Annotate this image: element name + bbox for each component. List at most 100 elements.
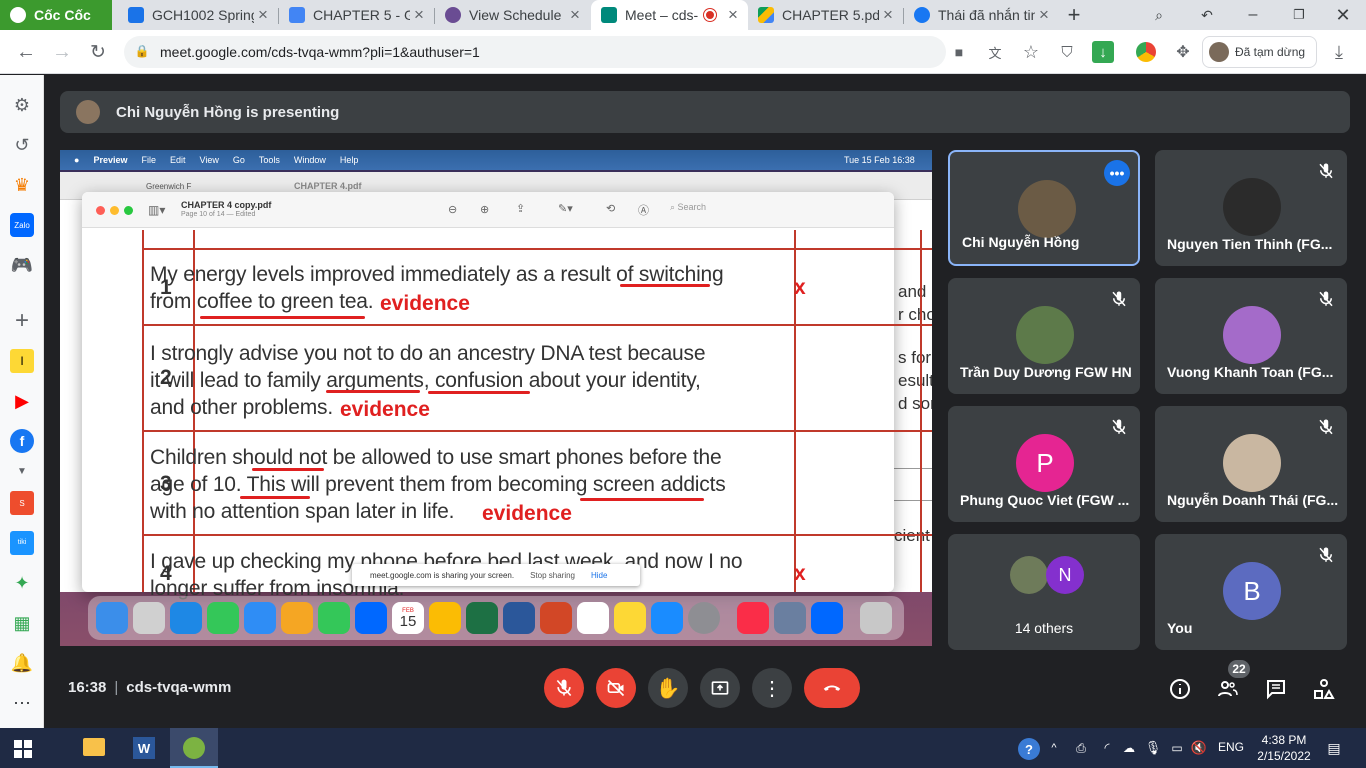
more-options-button[interactable]: ⋮ [752,668,792,708]
facetime-icon[interactable] [318,602,350,634]
battery-icon[interactable]: ▭ [1168,739,1186,757]
help-icon[interactable]: ? [1018,738,1040,760]
coccoc-taskbar-item[interactable] [170,728,218,768]
participant-tile[interactable]: ••• Chi Nguyễn Hồng [948,150,1140,266]
tray-device-icon[interactable]: ⎙ [1072,739,1090,757]
sheets-icon[interactable]: ▦ [10,611,34,635]
language-indicator[interactable]: ENG [1218,740,1244,754]
leave-call-button[interactable] [804,668,860,708]
translate-icon[interactable]: 文 [984,42,1006,62]
back-history-icon[interactable]: ↶ [1196,4,1218,26]
camera-icon[interactable]: ■ [948,42,970,62]
mail-icon[interactable] [244,602,276,634]
notification-center-icon[interactable]: ▤ [1324,738,1344,758]
system-preferences-icon[interactable] [688,602,720,634]
close-tab-icon[interactable]: × [410,5,428,25]
word-icon[interactable]: W [133,737,155,759]
tray-chevron-icon[interactable]: ^ [1046,740,1062,756]
chrome-icon[interactable] [429,602,461,634]
calendar-icon[interactable]: FEB 15 [392,602,424,634]
bookmark-star-icon[interactable]: ☆ [1020,41,1042,63]
annotate-icon[interactable]: Ⓐ [638,202,649,218]
speaker-icon[interactable]: 🔇 [1190,739,1208,757]
participant-tile[interactable]: Nguyen Tien Thinh (FG... [1155,150,1347,266]
participant-tile[interactable]: P Phung Quoc Viet (FGW ... [948,406,1140,522]
back-icon[interactable]: ← [14,40,38,64]
coccoc-menu-button[interactable]: Cốc Cốc [0,0,112,30]
downloads-icon[interactable]: ⤓ [1328,41,1350,63]
excel-icon[interactable] [466,602,498,634]
finder-icon[interactable] [96,602,128,634]
safari-icon[interactable] [170,602,202,634]
tab-view-schedule[interactable]: View Schedule × [435,0,590,30]
settings-gear-icon[interactable]: ⚙ [10,93,34,117]
participant-tile[interactable]: Vuong Khanh Toan (FG... [1155,278,1347,394]
profile-button[interactable]: Đã tạm dừng [1202,36,1317,68]
music-icon[interactable] [737,602,769,634]
zoom-window-dot[interactable] [124,206,133,215]
network-warning-icon[interactable]: ☁ [1120,739,1138,757]
zalo-icon[interactable] [811,602,843,634]
messages-icon[interactable] [207,602,239,634]
tiki-icon[interactable]: tiki [10,531,34,555]
close-tab-icon[interactable]: × [879,5,897,25]
notification-bell-icon[interactable]: 🔔 [10,651,34,675]
zoom-in-icon[interactable]: ⊕ [480,203,489,216]
minimize-window-dot[interactable] [110,206,119,215]
windows-start-icon[interactable] [14,740,32,758]
tab-gch1002[interactable]: GCH1002 Spring × [118,0,278,30]
app-store-icon[interactable] [651,602,683,634]
participant-tile[interactable]: Trần Duy Dương FGW HN [948,278,1140,394]
crown-icon[interactable]: ♛ [10,173,34,197]
shield-icon[interactable]: ⛉ [1056,42,1078,62]
notes-icon[interactable]: I [10,349,34,373]
history-icon[interactable]: ↺ [10,133,34,157]
zalo-icon[interactable] [355,602,387,634]
close-window-icon[interactable]: ✕ [1332,4,1354,26]
facebook-icon[interactable]: f [10,429,34,453]
restore-icon[interactable]: ❐ [1288,4,1310,26]
extension-icon[interactable] [1136,42,1156,62]
zoom-out-icon[interactable]: ⊖ [448,203,457,216]
close-tab-icon[interactable]: × [1035,5,1053,25]
chat-button[interactable] [1263,676,1289,702]
launchpad-icon[interactable] [133,602,165,634]
wifi-icon[interactable]: ◜ [1098,739,1116,757]
camera-toggle-button[interactable] [596,668,636,708]
microphone-icon[interactable]: 🎙 [1144,739,1162,757]
present-button[interactable] [700,668,740,708]
zalo-icon[interactable]: Zalo [10,213,34,237]
extensions-puzzle-icon[interactable]: ✥ [1172,41,1194,63]
gamepad-icon[interactable]: 🎮 [10,253,34,277]
markup-pen-icon[interactable]: ✎▾ [558,202,573,215]
reminders-icon[interactable] [577,602,609,634]
notes-icon[interactable] [614,602,646,634]
word-icon[interactable] [503,602,535,634]
preview-search[interactable]: ⌕ Search [670,202,706,213]
share-icon[interactable]: ⇪ [516,202,525,215]
tab-chapter5-docs[interactable]: CHAPTER 5 - Go × [279,0,434,30]
url-text[interactable]: meet.google.com/cds-tvqa-wmm?pli=1&authu… [160,44,480,60]
file-explorer-icon[interactable] [83,738,105,756]
close-window-dot[interactable] [96,206,105,215]
reload-icon[interactable]: ↻ [86,40,110,64]
stop-sharing-button[interactable]: Stop sharing [530,571,575,580]
more-icon[interactable]: ⋯ [10,691,34,715]
tab-chapter5-pdf[interactable]: CHAPTER 5.pdf × [748,0,903,30]
minimize-icon[interactable]: – [1242,4,1264,26]
shopee-icon[interactable]: S [10,491,34,515]
raise-hand-button[interactable]: ✋ [648,668,688,708]
trash-icon[interactable] [860,602,892,634]
coccoc-map-icon[interactable]: ✦ [10,571,34,595]
tab-meet[interactable]: Meet – cds- × [591,0,748,30]
close-tab-icon[interactable]: × [254,5,272,25]
sidebar-toggle-icon[interactable]: ▥▾ [148,203,165,217]
mic-toggle-button[interactable] [544,668,584,708]
others-tile[interactable]: N 14 others [948,534,1140,650]
participant-tile[interactable]: Nguyễn Doanh Thái (FG... [1155,406,1347,522]
photos-icon[interactable] [281,602,313,634]
powerpoint-icon[interactable] [540,602,572,634]
rotate-icon[interactable]: ⟲ [606,202,615,215]
youtube-icon[interactable]: ▶ [10,389,34,413]
meeting-details-button[interactable] [1167,676,1193,702]
